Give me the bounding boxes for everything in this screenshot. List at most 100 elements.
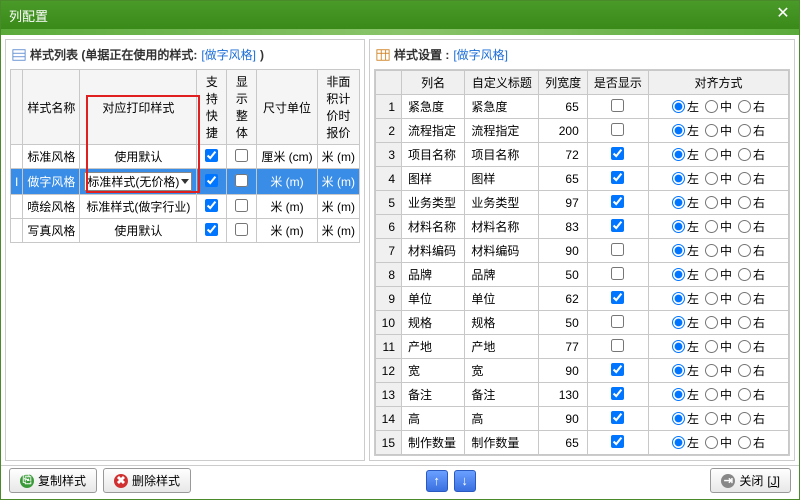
- align-radio-group[interactable]: 左 中 右: [653, 98, 784, 115]
- column-row[interactable]: 4 图样 图样 65 左 中 右: [376, 167, 789, 191]
- align-radio-group[interactable]: 左 中 右: [653, 338, 784, 355]
- custom-title-cell[interactable]: 业务类型: [465, 191, 539, 215]
- column-settings-table[interactable]: 列名 自定义标题 列宽度 是否显示 对齐方式 1 紧急度 紧急度 65 左 中 …: [375, 70, 789, 456]
- column-row[interactable]: 3 项目名称 项目名称 72 左 中 右: [376, 143, 789, 167]
- price-cell[interactable]: 米 (m): [317, 145, 359, 169]
- close-button[interactable]: ⇥关闭[J]: [710, 468, 791, 493]
- whole-checkbox[interactable]: [235, 223, 248, 236]
- width-cell[interactable]: 90: [539, 407, 587, 431]
- width-cell[interactable]: 83: [539, 215, 587, 239]
- show-checkbox[interactable]: [611, 339, 624, 352]
- show-checkbox[interactable]: [611, 171, 624, 184]
- move-up-button[interactable]: ↑: [426, 470, 448, 492]
- custom-title-cell[interactable]: 单位: [465, 287, 539, 311]
- unit-cell[interactable]: 米 (m): [257, 219, 317, 243]
- width-cell[interactable]: 97: [539, 191, 587, 215]
- unit-cell[interactable]: 米 (m): [257, 195, 317, 219]
- show-checkbox[interactable]: [611, 219, 624, 232]
- align-radio-group[interactable]: 左 中 右: [653, 266, 784, 283]
- style-row[interactable]: 喷绘风格 标准样式(做字行业) 米 (m) 米 (m): [11, 195, 360, 219]
- custom-title-cell[interactable]: 备注: [465, 383, 539, 407]
- print-style-cell[interactable]: 标准样式(做字行业): [80, 195, 197, 219]
- style-row[interactable]: 标准风格 使用默认 厘米 (cm) 米 (m): [11, 145, 360, 169]
- column-row[interactable]: 12 宽 宽 90 左 中 右: [376, 359, 789, 383]
- width-cell[interactable]: 50: [539, 263, 587, 287]
- width-cell[interactable]: 62: [539, 287, 587, 311]
- show-checkbox[interactable]: [611, 147, 624, 160]
- show-checkbox[interactable]: [611, 435, 624, 448]
- copy-style-button[interactable]: ⎘复制样式: [9, 468, 97, 493]
- align-radio-group[interactable]: 左 中 右: [653, 434, 784, 451]
- width-cell[interactable]: 90: [539, 239, 587, 263]
- custom-title-cell[interactable]: 产地: [465, 335, 539, 359]
- column-row[interactable]: 7 材料编码 材料编码 90 左 中 右: [376, 239, 789, 263]
- show-checkbox[interactable]: [611, 411, 624, 424]
- show-checkbox[interactable]: [611, 267, 624, 280]
- align-radio-group[interactable]: 左 中 右: [653, 122, 784, 139]
- fast-checkbox[interactable]: [205, 223, 218, 236]
- show-checkbox[interactable]: [611, 195, 624, 208]
- style-row[interactable]: I 做字风格 标准样式(无价格) 米 (m) 米 (m): [11, 169, 360, 195]
- column-row[interactable]: 10 规格 规格 50 左 中 右: [376, 311, 789, 335]
- width-cell[interactable]: 65: [539, 167, 587, 191]
- column-row[interactable]: 15 制作数量 制作数量 65 左 中 右: [376, 431, 789, 455]
- column-row[interactable]: 8 品牌 品牌 50 左 中 右: [376, 263, 789, 287]
- price-cell[interactable]: 米 (m): [317, 219, 359, 243]
- whole-checkbox[interactable]: [235, 174, 248, 187]
- show-checkbox[interactable]: [611, 315, 624, 328]
- width-cell[interactable]: 77: [539, 335, 587, 359]
- style-table[interactable]: 样式名称 对应打印样式 支持 快捷 显示 整体 尺寸单位 非面积计 价时报价 标…: [10, 69, 360, 243]
- align-radio-group[interactable]: 左 中 右: [653, 410, 784, 427]
- show-checkbox[interactable]: [611, 99, 624, 112]
- custom-title-cell[interactable]: 材料编码: [465, 239, 539, 263]
- show-checkbox[interactable]: [611, 123, 624, 136]
- width-cell[interactable]: 90: [539, 359, 587, 383]
- custom-title-cell[interactable]: 宽: [465, 359, 539, 383]
- close-icon[interactable]: ✕: [773, 5, 793, 25]
- align-radio-group[interactable]: 左 中 右: [653, 170, 784, 187]
- column-row[interactable]: 11 产地 产地 77 左 中 右: [376, 335, 789, 359]
- show-checkbox[interactable]: [611, 243, 624, 256]
- align-radio-group[interactable]: 左 中 右: [653, 242, 784, 259]
- column-row[interactable]: 6 材料名称 材料名称 83 左 中 右: [376, 215, 789, 239]
- column-row[interactable]: 9 单位 单位 62 左 中 右: [376, 287, 789, 311]
- price-cell[interactable]: 米 (m): [317, 169, 359, 195]
- move-down-button[interactable]: ↓: [454, 470, 476, 492]
- align-radio-group[interactable]: 左 中 右: [653, 194, 784, 211]
- show-checkbox[interactable]: [611, 363, 624, 376]
- align-radio-group[interactable]: 左 中 右: [653, 386, 784, 403]
- unit-cell[interactable]: 米 (m): [257, 169, 317, 195]
- print-style-cell[interactable]: 使用默认: [80, 145, 197, 169]
- print-style-cell[interactable]: 标准样式(无价格): [80, 169, 197, 195]
- unit-cell[interactable]: 厘米 (cm): [257, 145, 317, 169]
- custom-title-cell[interactable]: 高: [465, 407, 539, 431]
- custom-title-cell[interactable]: 单价: [465, 455, 539, 457]
- custom-title-cell[interactable]: 图样: [465, 167, 539, 191]
- custom-title-cell[interactable]: 制作数量: [465, 431, 539, 455]
- fast-checkbox[interactable]: [205, 199, 218, 212]
- column-row[interactable]: 14 高 高 90 左 中 右: [376, 407, 789, 431]
- show-checkbox[interactable]: [611, 291, 624, 304]
- custom-title-cell[interactable]: 品牌: [465, 263, 539, 287]
- print-style-dropdown[interactable]: 标准样式(无价格): [84, 172, 192, 191]
- custom-title-cell[interactable]: 流程指定: [465, 119, 539, 143]
- custom-title-cell[interactable]: 紧急度: [465, 95, 539, 119]
- width-cell[interactable]: 200: [539, 119, 587, 143]
- fast-checkbox[interactable]: [205, 174, 218, 187]
- width-cell[interactable]: 65: [539, 431, 587, 455]
- width-cell[interactable]: 65: [539, 95, 587, 119]
- whole-checkbox[interactable]: [235, 149, 248, 162]
- custom-title-cell[interactable]: 规格: [465, 311, 539, 335]
- width-cell[interactable]: 50: [539, 311, 587, 335]
- column-row[interactable]: 13 备注 备注 130 左 中 右: [376, 383, 789, 407]
- delete-style-button[interactable]: ✖删除样式: [103, 468, 191, 493]
- align-radio-group[interactable]: 左 中 右: [653, 290, 784, 307]
- width-cell[interactable]: 130: [539, 383, 587, 407]
- column-row[interactable]: 2 流程指定 流程指定 200 左 中 右: [376, 119, 789, 143]
- align-radio-group[interactable]: 左 中 右: [653, 146, 784, 163]
- whole-checkbox[interactable]: [235, 199, 248, 212]
- fast-checkbox[interactable]: [205, 149, 218, 162]
- print-style-cell[interactable]: 使用默认: [80, 219, 197, 243]
- style-row[interactable]: 写真风格 使用默认 米 (m) 米 (m): [11, 219, 360, 243]
- column-row[interactable]: 5 业务类型 业务类型 97 左 中 右: [376, 191, 789, 215]
